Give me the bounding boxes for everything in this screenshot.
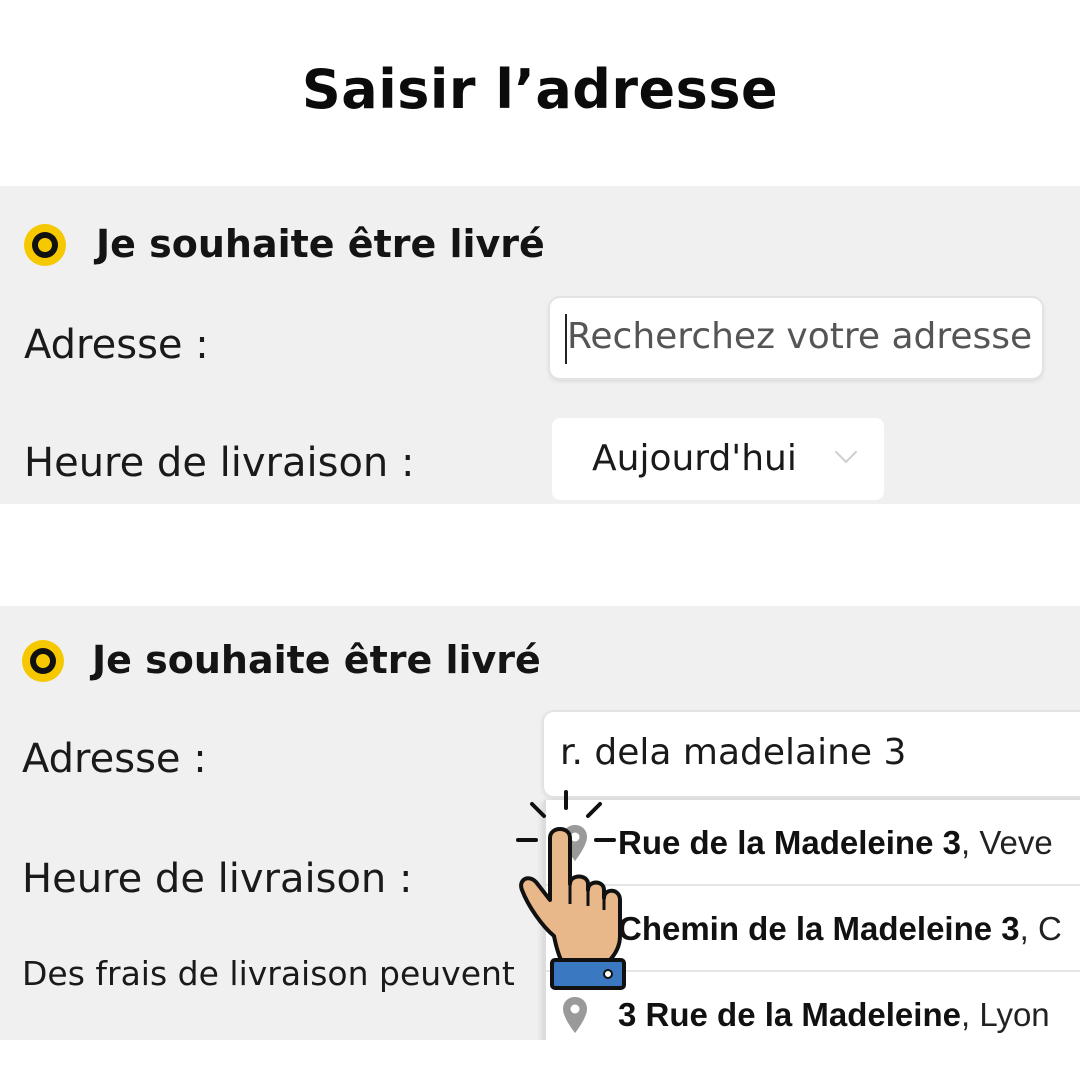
pointing-hand-icon	[516, 790, 626, 990]
delivery-time-label: Heure de livraison :	[22, 856, 413, 902]
delivery-fee-note: Des frais de livraison peuvent	[22, 954, 515, 993]
bottom-margin	[0, 1040, 1080, 1080]
delivery-form-before: Je souhaite être livré Adresse : Recherc…	[0, 186, 1080, 504]
address-label: Adresse :	[22, 736, 207, 782]
delivery-time-select[interactable]: Aujourd'hui	[552, 418, 884, 500]
page-title: Saisir l’adresse	[301, 58, 779, 121]
address-label: Adresse :	[24, 322, 209, 368]
map-pin-icon	[563, 997, 587, 1033]
delivery-option-label: Je souhaite être livré	[92, 638, 541, 682]
chevron-down-icon	[834, 440, 858, 464]
address-input[interactable]: Recherchez votre adresse	[550, 298, 1042, 378]
delivery-option-label: Je souhaite être livré	[96, 222, 545, 266]
delivery-time-label: Heure de livraison :	[24, 440, 415, 486]
suggestion-text: 3 Rue de la Madeleine, Lyon	[618, 996, 1050, 1033]
suggestion-text: Chemin de la Madeleine 3, C	[618, 910, 1062, 947]
address-placeholder: Recherchez votre adresse	[567, 316, 1033, 357]
radio-selected-icon[interactable]	[22, 640, 64, 682]
radio-selected-icon[interactable]	[24, 224, 66, 266]
suggestion-text: Rue de la Madeleine 3, Veve	[618, 824, 1053, 861]
delivery-time-value: Aujourd'hui	[592, 438, 797, 479]
address-value: r. dela madelaine 3	[560, 732, 907, 773]
address-input[interactable]: r. dela madelaine 3	[544, 712, 1080, 796]
